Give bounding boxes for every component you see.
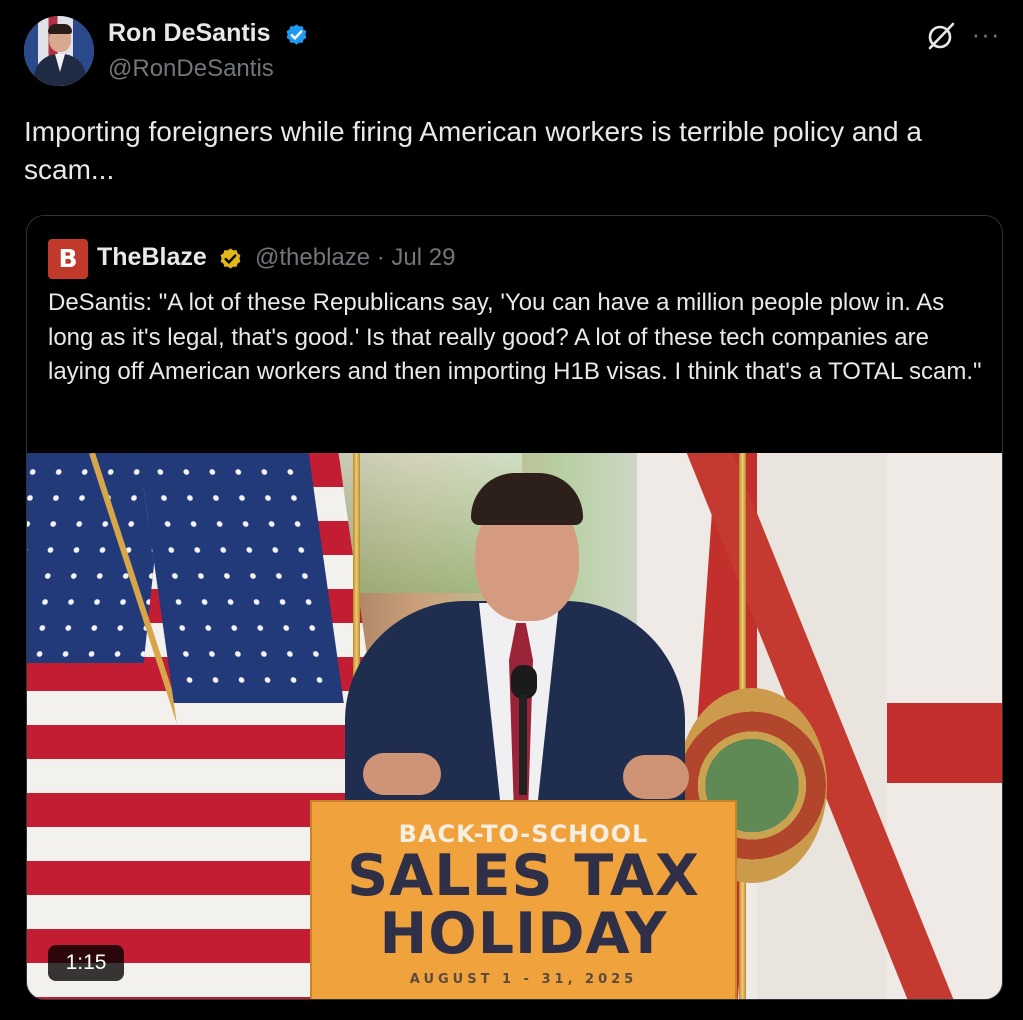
author-avatar[interactable] — [24, 16, 94, 86]
grok-icon[interactable] — [925, 20, 957, 52]
podium-sign: BACK-TO-SCHOOL SALES TAX HOLIDAY AUGUST … — [310, 800, 737, 999]
quoted-avatar[interactable]: B — [48, 239, 88, 279]
podium-line-3: HOLIDAY — [379, 901, 668, 967]
speaker-left-hand — [363, 753, 441, 795]
author-handle[interactable]: @RonDeSantis — [108, 55, 274, 83]
microphone-icon — [511, 665, 537, 699]
podium-line-2: SALES TAX — [347, 843, 700, 909]
quoted-name[interactable]: TheBlaze — [97, 243, 207, 272]
speaker-right-hand — [623, 755, 689, 799]
video-duration-badge: 1:15 — [48, 945, 124, 981]
gold-verified-badge-icon — [220, 248, 241, 269]
podium-line-4: AUGUST 1 - 31, 2025 — [409, 972, 638, 987]
quoted-tweet-card[interactable]: B TheBlaze @theblaze · Jul 29 DeSantis: … — [26, 215, 1003, 1000]
verified-badge-icon — [286, 24, 307, 45]
quoted-text: DeSantis: "A lot of these Republicans sa… — [48, 289, 982, 385]
more-icon[interactable]: ··· — [968, 20, 1004, 48]
tweet-text: Importing foreigners while firing Americ… — [24, 116, 922, 185]
microphone-stand — [519, 695, 527, 795]
quoted-handle-date[interactable]: @theblaze · Jul 29 — [255, 244, 455, 272]
video-player[interactable]: BACK-TO-SCHOOL SALES TAX HOLIDAY AUGUST … — [27, 453, 1002, 999]
author-name[interactable]: Ron DeSantis — [108, 19, 271, 48]
avatar-hair — [48, 24, 72, 34]
